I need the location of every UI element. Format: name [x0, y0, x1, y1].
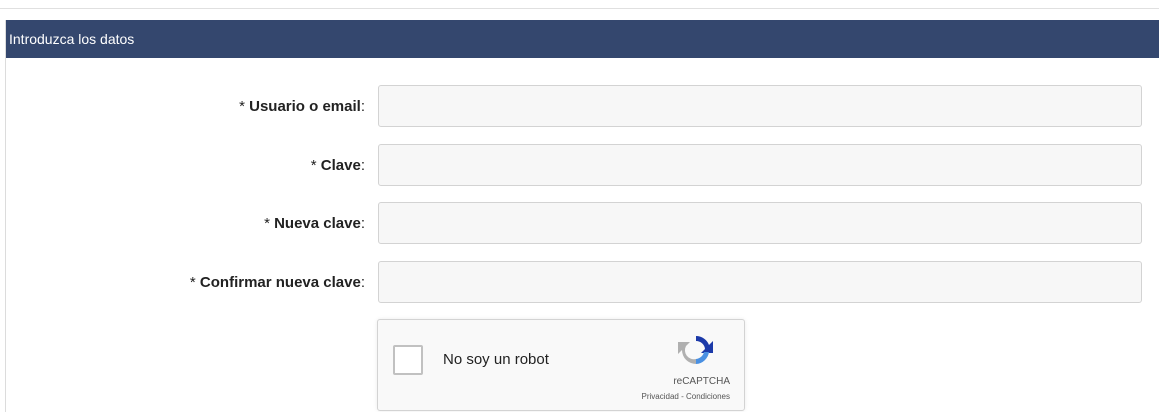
panel-title: Introduzca los datos [6, 20, 1159, 58]
password-label: * Clave: [311, 144, 365, 188]
confirm-new-password-input[interactable] [378, 261, 1142, 303]
required-mark: * [264, 215, 275, 232]
username-label-text: Usuario o email [249, 98, 361, 115]
recaptcha-logo-icon [678, 336, 713, 364]
recaptcha-checkbox[interactable] [393, 345, 423, 375]
new-password-label-text: Nueva clave [274, 215, 361, 232]
label-colon: : [360, 215, 365, 232]
confirm-password-label-text: Confirmar nueva clave [199, 274, 361, 291]
recaptcha-brand: reCAPTCHA [673, 376, 730, 387]
password-input[interactable] [378, 144, 1142, 186]
form-row-new-password: * Nueva clave: [6, 202, 1159, 246]
password-label-text: Clave [320, 157, 361, 174]
privacy-link[interactable]: Privacidad [642, 392, 679, 401]
recaptcha-label: No soy un robot [443, 351, 549, 368]
required-mark: * [189, 274, 200, 291]
label-colon: : [360, 98, 365, 115]
required-mark: * [239, 98, 250, 115]
label-colon: : [360, 157, 365, 174]
top-divider [0, 8, 1159, 9]
form-row-confirm-password: * Confirmar nueva clave: [6, 261, 1159, 305]
username-email-input[interactable] [378, 85, 1142, 127]
new-password-input[interactable] [378, 202, 1142, 244]
link-separator: - [678, 392, 686, 401]
terms-link[interactable]: Condiciones [686, 392, 730, 401]
label-colon: : [360, 274, 365, 291]
confirm-password-label: * Confirmar nueva clave: [190, 261, 365, 305]
recaptcha-widget: No soy un robot reCAPTCHA Privacidad - C… [377, 319, 745, 411]
recaptcha-links: Privacidad - Condiciones [642, 392, 731, 401]
new-password-label: * Nueva clave: [264, 202, 365, 246]
username-label: * Usuario o email: [239, 85, 365, 129]
required-mark: * [310, 157, 321, 174]
form-row-username: * Usuario o email: [6, 85, 1159, 129]
form-row-password: * Clave: [6, 144, 1159, 188]
form-panel: Introduzca los datos * Usuario o email: … [5, 20, 1159, 412]
